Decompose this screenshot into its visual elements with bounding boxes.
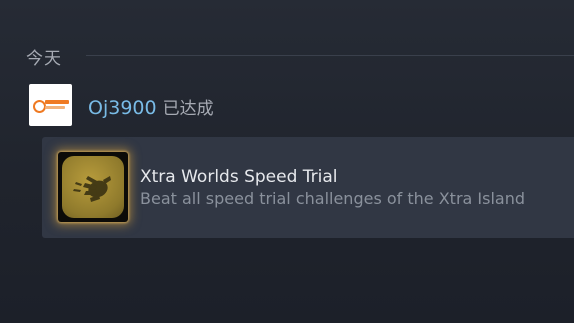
user-avatar[interactable] xyxy=(29,84,72,126)
achievement-description: Beat all speed trial challenges of the X… xyxy=(140,189,526,208)
username-link[interactable]: Oj3900 xyxy=(88,97,157,119)
running-hand-emblem-icon xyxy=(73,176,111,202)
achievement-title: Xtra Worlds Speed Trial xyxy=(140,167,338,187)
activity-line: Oj3900 已达成 xyxy=(88,94,214,119)
section-title: 今天 xyxy=(26,49,62,69)
section-header-today: 今天 xyxy=(26,44,574,69)
section-divider xyxy=(86,55,574,56)
achievement-icon[interactable] xyxy=(58,152,128,222)
activity-action: 已达成 xyxy=(162,99,214,119)
